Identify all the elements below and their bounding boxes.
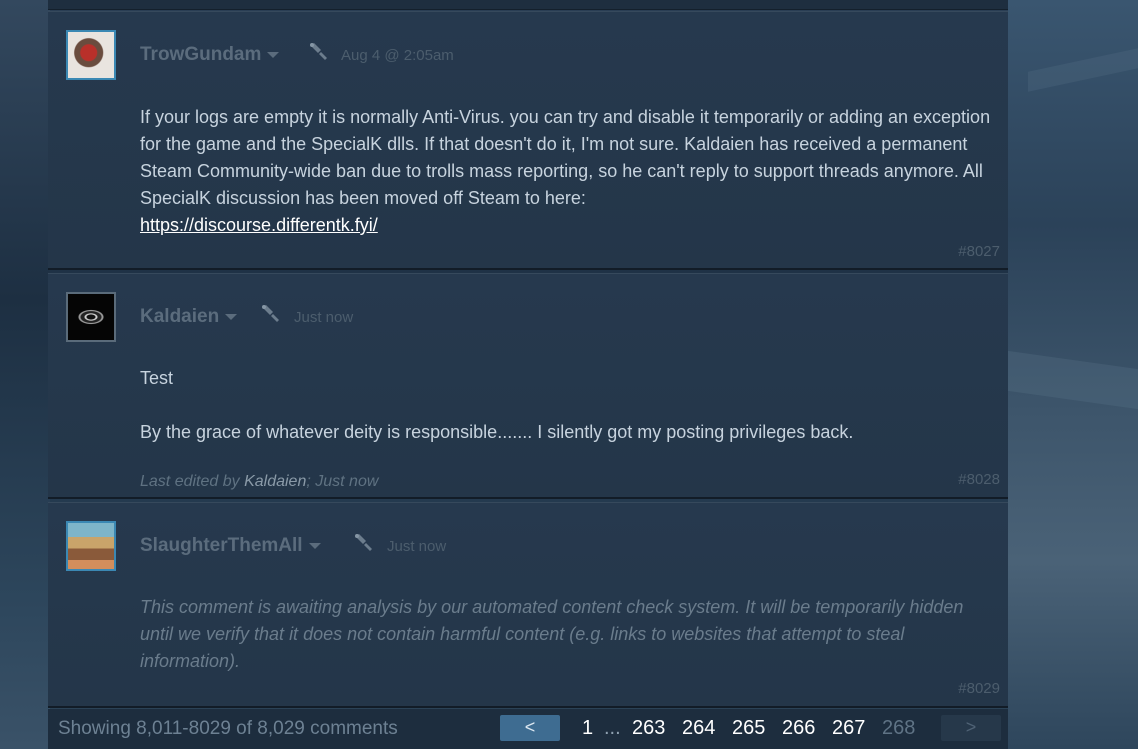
discourse-link[interactable]: https://discourse.differentk.fyi/ [140,215,378,235]
comment-8028: Kaldaien Just now Test By the grace of w… [48,273,1008,499]
page-link-265[interactable]: 265 [732,717,765,740]
comment-text: By the grace of whatever deity is respon… [140,422,854,442]
pagination-bar: Showing 8,011-8029 of 8,029 comments < 1… [48,709,1008,749]
comment-author[interactable]: TrowGundam [140,44,280,66]
content-check-notice: This comment is awaiting analysis by our… [140,597,964,671]
comment-body: If your logs are empty it is normally An… [140,104,1000,239]
next-page-button[interactable]: > [941,715,1001,741]
comment-timestamp: Just now [294,309,354,326]
comment-thread: TrowGundam Aug 4 @ 2:05am If your logs a… [48,0,1008,749]
comment-author[interactable]: SlaughterThemAll [140,535,321,557]
page-background-left [0,0,50,749]
page-link-267[interactable]: 267 [832,717,865,740]
comment-text: If your logs are empty it is normally An… [140,107,991,208]
award-icon[interactable] [308,42,330,62]
comment-body: Test By the grace of whatever deity is r… [140,365,1000,446]
page-link-1[interactable]: 1 [582,717,593,740]
page-current-268: 268 [882,717,916,739]
page-link-264[interactable]: 264 [682,717,715,740]
comments-count-text: Showing 8,011-8029 of 8,029 comments [58,718,398,739]
page-link-266[interactable]: 266 [782,717,815,740]
avatar[interactable] [66,521,116,571]
comment-text: Test [140,368,174,388]
caret-down-icon[interactable] [225,313,238,320]
page-link-263[interactable]: 263 [632,717,665,740]
award-icon[interactable] [353,533,375,553]
award-icon[interactable] [260,304,282,324]
comment-timestamp: Just now [387,538,447,555]
edited-note: Last edited by Kaldaien; Just now [140,473,379,490]
avatar[interactable] [66,30,116,80]
comment-8029: SlaughterThemAll Just now This comment i… [48,502,1008,708]
caret-down-icon[interactable] [308,542,321,549]
background-mountain-ridge [1028,48,1138,92]
edited-by-user[interactable]: Kaldaien [244,473,306,490]
background-mountain-ridge [1008,350,1138,410]
post-number[interactable]: #8028 [958,471,1000,488]
comment-author[interactable]: Kaldaien [140,306,238,328]
prev-page-button[interactable]: < [500,715,560,741]
avatar[interactable] [66,292,116,342]
post-number[interactable]: #8027 [958,243,1000,260]
comment-8027: TrowGundam Aug 4 @ 2:05am If your logs a… [48,11,1008,270]
post-number[interactable]: #8029 [958,680,1000,697]
comment-timestamp: Aug 4 @ 2:05am [341,47,454,64]
page-background-right [1008,0,1138,749]
pagination-ellipsis: ... [604,717,621,739]
previous-comment-edge [48,0,1008,10]
caret-down-icon[interactable] [267,51,280,58]
